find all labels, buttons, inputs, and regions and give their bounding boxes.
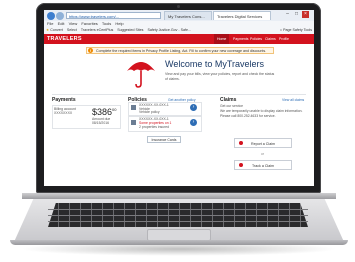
- nav-policies[interactable]: Policies: [250, 34, 262, 44]
- command-bar: ⌂ Page Safety Tools: [280, 27, 312, 34]
- payments-title: Payments: [52, 97, 76, 103]
- menu-favorites[interactable]: Favorites: [81, 21, 97, 26]
- webcam: [177, 5, 180, 8]
- amount-due: $38600: [92, 107, 117, 117]
- report-claim-icon: [239, 141, 243, 145]
- tab-my-travelers[interactable]: My Travelers Cons...: [164, 11, 212, 20]
- nav-payments[interactable]: Payments: [233, 34, 249, 44]
- favorite-convert[interactable]: Convert: [50, 28, 63, 32]
- chevron-right-icon[interactable]: ›: [190, 104, 197, 111]
- claims-title: Claims: [220, 97, 237, 103]
- welcome-text: View and pay your bills, view your polic…: [165, 72, 275, 81]
- favorite-select[interactable]: Select: [67, 28, 77, 32]
- section-divider: [52, 94, 306, 95]
- or-separator: or: [261, 152, 265, 156]
- cmd-tools[interactable]: Tools: [304, 28, 312, 32]
- house-icon: [131, 120, 136, 125]
- laptop-hinge: [22, 193, 336, 199]
- laptop-base-edge: [10, 240, 348, 245]
- billing-number: XXXXXXXX: [54, 111, 73, 115]
- travelers-logo[interactable]: TRAVELERS: [47, 36, 82, 42]
- favorite-ecentplus[interactable]: Travelers eCentPlus: [81, 28, 113, 32]
- policy-desc: Vehicle policy: [139, 110, 160, 114]
- due-date: 08/15/2016: [92, 121, 109, 125]
- back-icon[interactable]: [47, 12, 55, 20]
- welcome-title: Welcome to MyTravelers: [165, 59, 265, 69]
- address-bar[interactable]: https://www.travelers.com/...: [66, 12, 161, 19]
- home-icon[interactable]: ⌂: [280, 28, 282, 32]
- policy-desc: 2 properties insured: [139, 125, 169, 129]
- favorite-safety-justice[interactable]: Safety Justice.Gov - Safe...: [147, 28, 191, 32]
- nav-profile[interactable]: Profile: [279, 34, 289, 44]
- cmd-page[interactable]: Page: [283, 28, 291, 32]
- claims-subtitle: Get our service: [220, 104, 243, 108]
- amount-cents: 00: [112, 107, 117, 112]
- menu-tools[interactable]: Tools: [102, 21, 111, 26]
- favorites-star-icon[interactable]: ★: [46, 28, 49, 32]
- claims-message: We are temporarily unable to display cla…: [220, 109, 303, 118]
- maximize-icon[interactable]: □: [293, 11, 300, 18]
- keyboard-row-divider: [48, 221, 308, 222]
- alert-banner: Complete the required items in Privacy P…: [86, 47, 274, 54]
- insurance-cards-button[interactable]: Insurance Cards: [147, 136, 181, 143]
- amount-dollars: 386: [97, 107, 113, 117]
- umbrella-icon: [127, 62, 155, 88]
- laptop-screen: https://www.travelers.com/... My Travele…: [44, 10, 314, 186]
- view-claims-link[interactable]: View all claims: [282, 98, 304, 102]
- nav-claims[interactable]: Claims: [265, 34, 276, 44]
- cmd-safety[interactable]: Safety: [292, 28, 302, 32]
- warning-icon: !: [88, 48, 93, 53]
- menu-edit[interactable]: Edit: [58, 21, 65, 26]
- favorite-suggested-sites[interactable]: Suggested Sites: [117, 28, 143, 32]
- forward-icon[interactable]: [56, 12, 64, 20]
- menu-file[interactable]: File: [47, 21, 53, 26]
- minimize-icon[interactable]: –: [284, 11, 291, 18]
- menu-view[interactable]: View: [69, 21, 78, 26]
- car-icon: [131, 105, 136, 110]
- nav-home[interactable]: Home: [214, 34, 230, 44]
- track-claim-icon: [239, 163, 243, 167]
- chevron-right-icon[interactable]: ›: [190, 119, 197, 126]
- keyboard-row-divider: [48, 209, 308, 210]
- close-icon[interactable]: ×: [302, 11, 309, 18]
- keyboard-row-divider: [48, 215, 308, 216]
- tab-travelers-digital[interactable]: Travelers Digital Services: [213, 11, 271, 20]
- menu-help[interactable]: Help: [115, 21, 123, 26]
